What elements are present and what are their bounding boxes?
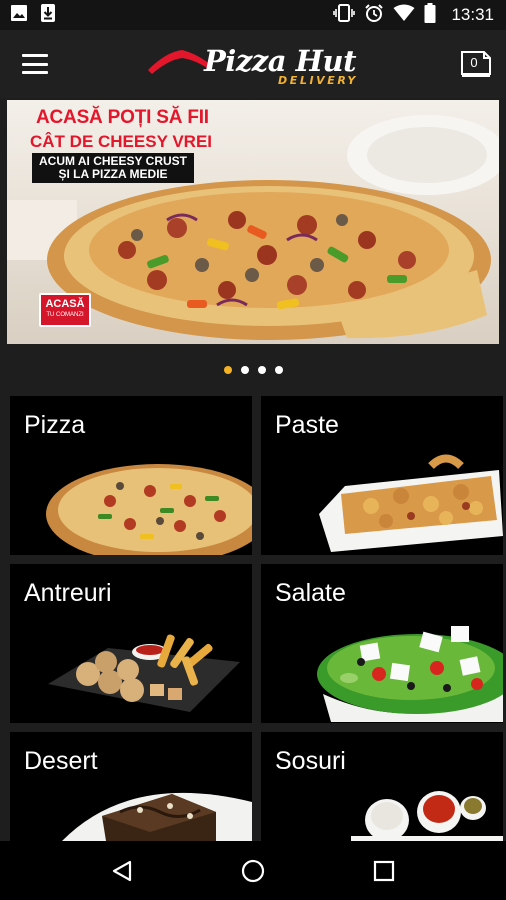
category-label: Pizza: [24, 411, 86, 439]
app-bar: Pizza Hut DELIVERY 0: [0, 30, 506, 98]
banner-headline-2: CÂT DE CHEESY VREI: [30, 132, 213, 151]
category-label: Antreuri: [24, 579, 112, 607]
category-tile-desert[interactable]: Desert: [10, 732, 252, 841]
status-time: 13:31: [451, 5, 494, 24]
banner-headline-1: ACASĂ POȚI SĂ FII: [36, 107, 209, 128]
category-label: Paste: [275, 411, 339, 439]
vibrate-icon: [333, 3, 356, 27]
banner-badge[interactable]: ACASĂ TU COMANZI: [39, 293, 91, 327]
cart-button[interactable]: 0: [458, 46, 494, 80]
banner-subheadline: ACUM AI CHEESY CRUST ȘI LA PIZZA MEDIE: [32, 153, 194, 183]
category-tile-pizza[interactable]: Pizza: [10, 396, 252, 555]
back-icon: [112, 860, 131, 881]
badge-sub: TU COMANZI: [46, 312, 84, 318]
category-label: Salate: [275, 579, 346, 607]
category-tile-paste[interactable]: Paste: [261, 396, 503, 555]
pizza-hut-logo: Pizza Hut DELIVERY: [146, 44, 360, 88]
back-button[interactable]: [102, 851, 142, 891]
battery-icon: [424, 2, 436, 28]
category-label: Desert: [24, 747, 98, 775]
pagination-dot-3[interactable]: [258, 366, 266, 374]
recents-icon: [374, 860, 395, 881]
category-tile-salate[interactable]: Salate: [261, 564, 503, 723]
brand-name: Pizza Hut: [204, 44, 357, 78]
status-bar: 13:31: [0, 0, 506, 30]
pagination-dot-1[interactable]: [224, 366, 232, 374]
home-icon: [241, 859, 265, 882]
recents-button[interactable]: [364, 851, 404, 891]
category-label: Sosuri: [275, 747, 346, 775]
menu-icon[interactable]: [22, 54, 48, 74]
system-nav-bar: [0, 841, 506, 900]
banner-sub-line-2: ȘI LA PIZZA MEDIE: [58, 167, 168, 181]
alarm-icon: [364, 3, 384, 28]
image-icon: [10, 4, 28, 27]
promo-banner[interactable]: ACASĂ POȚI SĂ FII CÂT DE CHEESY VREI ACU…: [7, 100, 499, 344]
category-tile-antreuri[interactable]: Antreuri: [10, 564, 252, 723]
banner-pagination: [0, 366, 506, 374]
home-button[interactable]: [233, 851, 273, 891]
cart-count: 0: [470, 55, 478, 70]
category-tile-sosuri[interactable]: Sosuri: [261, 732, 503, 841]
download-icon: [40, 3, 56, 28]
brand-tagline: DELIVERY: [278, 74, 359, 87]
wifi-icon: [393, 4, 415, 27]
pagination-dot-4[interactable]: [275, 366, 283, 374]
pagination-dot-2[interactable]: [241, 366, 249, 374]
badge-main: ACASĂ: [45, 298, 85, 310]
